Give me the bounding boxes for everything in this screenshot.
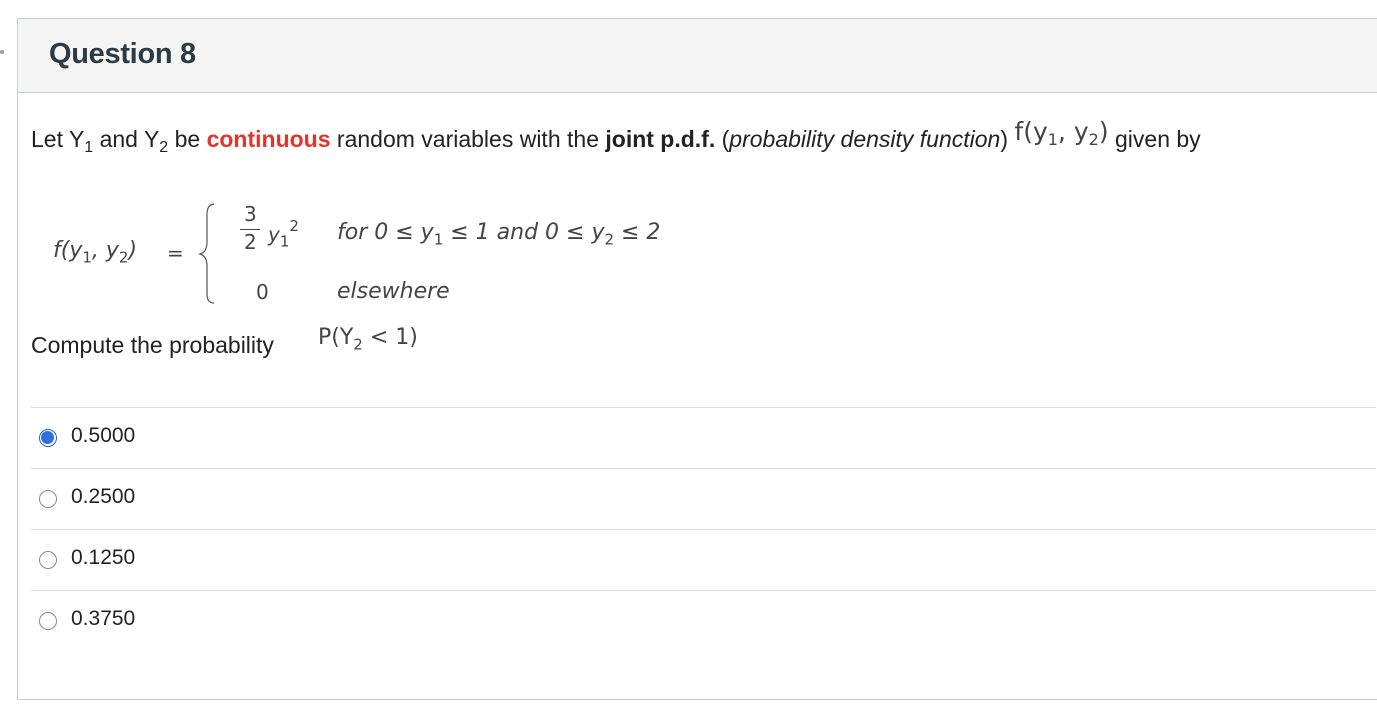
answer-label: 0.1250 xyxy=(71,546,136,569)
var-y: y xyxy=(268,222,280,247)
stem-let: Let Y xyxy=(31,126,85,152)
formula-var: y12 xyxy=(268,217,299,251)
stem-and: and Y xyxy=(93,126,160,152)
question-header: Question 8 xyxy=(18,19,1377,93)
inline-close: ) xyxy=(1098,117,1109,146)
radio-button-selected[interactable] xyxy=(39,429,57,447)
lhs-f: f(y xyxy=(53,238,83,263)
formula-equals: = xyxy=(167,241,184,265)
answer-option-4[interactable]: 0.3750 xyxy=(31,590,1376,651)
compute-text: Compute the probability xyxy=(31,332,274,358)
radio-button[interactable] xyxy=(39,490,57,508)
radio-button[interactable] xyxy=(39,612,57,630)
stem-close-paren: ) xyxy=(1000,126,1009,152)
left-brace xyxy=(197,203,215,304)
answer-option-3[interactable]: 0.1250 xyxy=(31,529,1376,590)
answer-option-1[interactable]: 0.5000 xyxy=(31,407,1376,468)
var-sub: 1 xyxy=(279,232,290,251)
stem-continuous-highlight: continuous xyxy=(206,126,331,152)
probability-expression: P(Y2 < 1) xyxy=(318,325,418,353)
inline-joint-pdf-expression: f(y1, y2) xyxy=(1014,117,1109,149)
inline-sub1: 1 xyxy=(1047,130,1058,149)
piecewise-formula: f(y1, y2) = 3 2 y12 for 0 ≤ y1 ≤ 1 and 0… xyxy=(0,175,800,305)
case1-sub1: 1 xyxy=(433,230,444,249)
fraction-denominator: 2 xyxy=(244,230,257,254)
left-edge-marker xyxy=(0,50,4,54)
lhs-comma: , y xyxy=(91,238,119,263)
lhs-sub1: 1 xyxy=(82,248,92,267)
answer-list: 0.5000 0.2500 0.1250 0.3750 xyxy=(31,407,1376,651)
fraction-numerator: 3 xyxy=(244,202,257,226)
stem-given-by: given by xyxy=(1108,126,1201,152)
case1-sub2: 2 xyxy=(604,230,615,249)
case2-value: 0 xyxy=(256,280,269,304)
radio-button[interactable] xyxy=(39,551,57,569)
formula-lhs: f(y1, y2) xyxy=(53,238,137,266)
stem-be: be xyxy=(168,126,207,152)
answer-label: 0.5000 xyxy=(71,424,136,447)
stem-open-paren: ( xyxy=(715,126,730,152)
answer-label: 0.3750 xyxy=(71,607,136,630)
inline-f: f(y xyxy=(1014,117,1048,146)
question-stem: Let Y1 and Y2 be continuous random varia… xyxy=(31,117,1201,156)
stem-random: random variables with the xyxy=(330,126,606,152)
lhs-close: ) xyxy=(128,238,138,263)
prob-rest: < 1) xyxy=(369,325,418,350)
stem-sub2: 2 xyxy=(159,139,169,156)
case1-cond: for 0 ≤ y xyxy=(337,220,434,245)
answer-option-2[interactable]: 0.2500 xyxy=(31,468,1376,529)
stem-pdf-italic: probability density function xyxy=(729,126,1001,152)
stem-sub1: 1 xyxy=(84,139,94,156)
prob-sub: 2 xyxy=(353,335,363,354)
question-title: Question 8 xyxy=(49,38,196,70)
inline-comma: , y xyxy=(1057,117,1089,146)
var-exp: 2 xyxy=(289,217,299,235)
prob-open: P(Y xyxy=(318,325,354,350)
case1-condition: for 0 ≤ y1 ≤ 1 and 0 ≤ y2 ≤ 2 xyxy=(337,220,660,248)
inline-sub2: 2 xyxy=(1088,130,1099,149)
case1-mid: ≤ 1 and 0 ≤ y xyxy=(443,220,605,245)
answer-label: 0.2500 xyxy=(71,485,136,508)
stem-joint-pdf: joint p.d.f. xyxy=(605,126,716,152)
case2-condition: elsewhere xyxy=(337,279,450,304)
case1-end: ≤ 2 xyxy=(614,220,661,245)
